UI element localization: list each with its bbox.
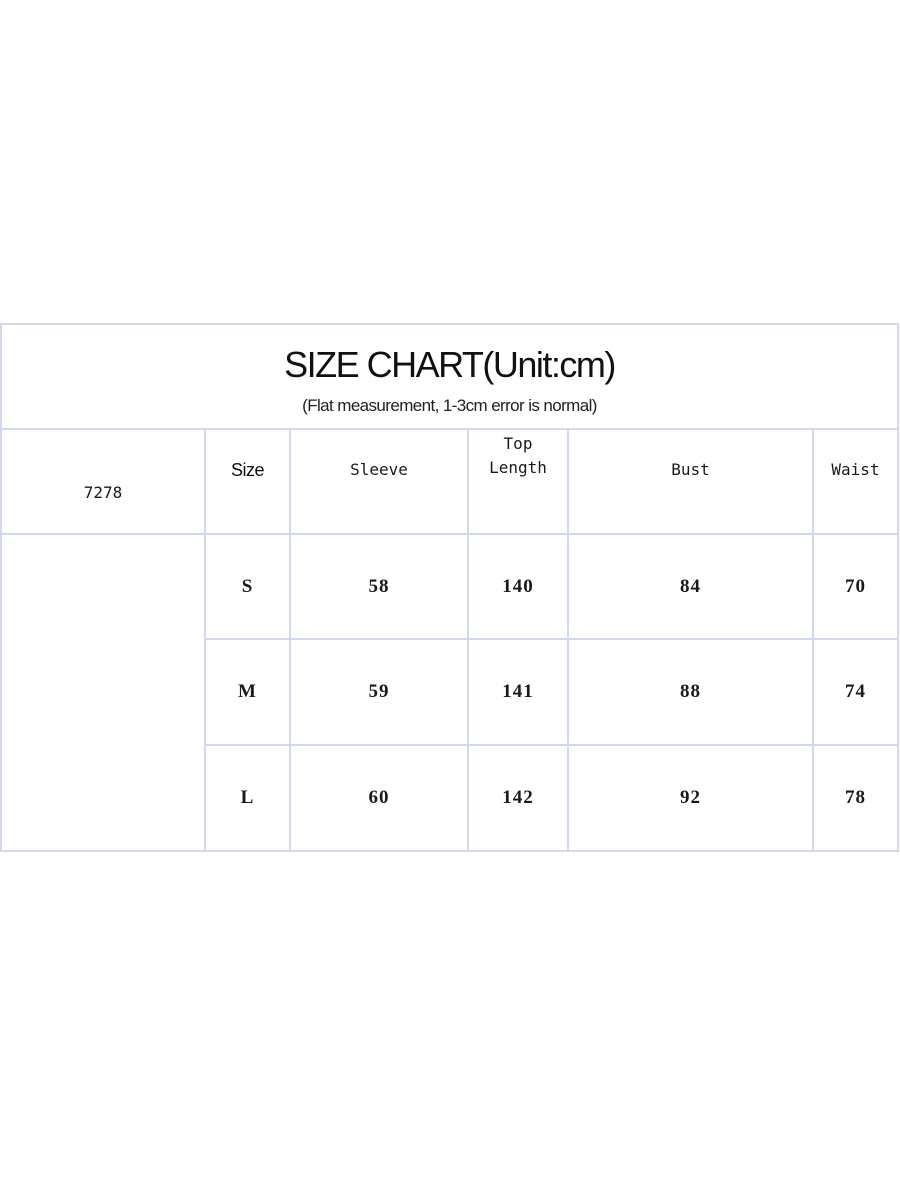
table-row-size: M	[238, 681, 257, 702]
table-row-waist: 74	[845, 681, 866, 702]
table-row-sleeve: 59	[368, 681, 390, 702]
size-chart-table: SIZE CHART(Unit:cm) (Flat measurement, 1…	[0, 323, 899, 852]
table-row-size: L	[240, 787, 255, 808]
table-border-bottom	[0, 850, 899, 852]
header-waist: Waist	[831, 460, 880, 479]
table-row-waist: 70	[845, 575, 866, 597]
table-row-size: S	[241, 575, 254, 597]
table-row-top-length: 140	[502, 575, 534, 597]
header-top-length: Top Length	[469, 430, 567, 482]
header-top-length-line2: Length	[489, 458, 547, 477]
style-code: 7278	[83, 483, 123, 502]
header-top-length-line1: Top	[503, 434, 533, 453]
header-bust: Bust	[671, 460, 710, 479]
table-row-bust: 92	[680, 787, 701, 808]
table-row-top-length: 141	[502, 681, 534, 702]
table-row-bust: 88	[680, 681, 701, 702]
header-size: Size	[230, 459, 265, 480]
table-border-top	[0, 323, 899, 325]
chart-title: SIZE CHART(Unit:cm)	[284, 344, 616, 385]
table-row-bust: 84	[680, 575, 701, 597]
chart-subtitle: (Flat measurement, 1-3cm error is normal…	[302, 396, 597, 415]
table-row-waist: 78	[845, 787, 866, 808]
header-sleeve: Sleeve	[350, 460, 408, 479]
table-row-top-length: 142	[502, 787, 534, 808]
table-row-sleeve: 60	[368, 787, 390, 808]
table-row-sleeve: 58	[368, 575, 390, 597]
